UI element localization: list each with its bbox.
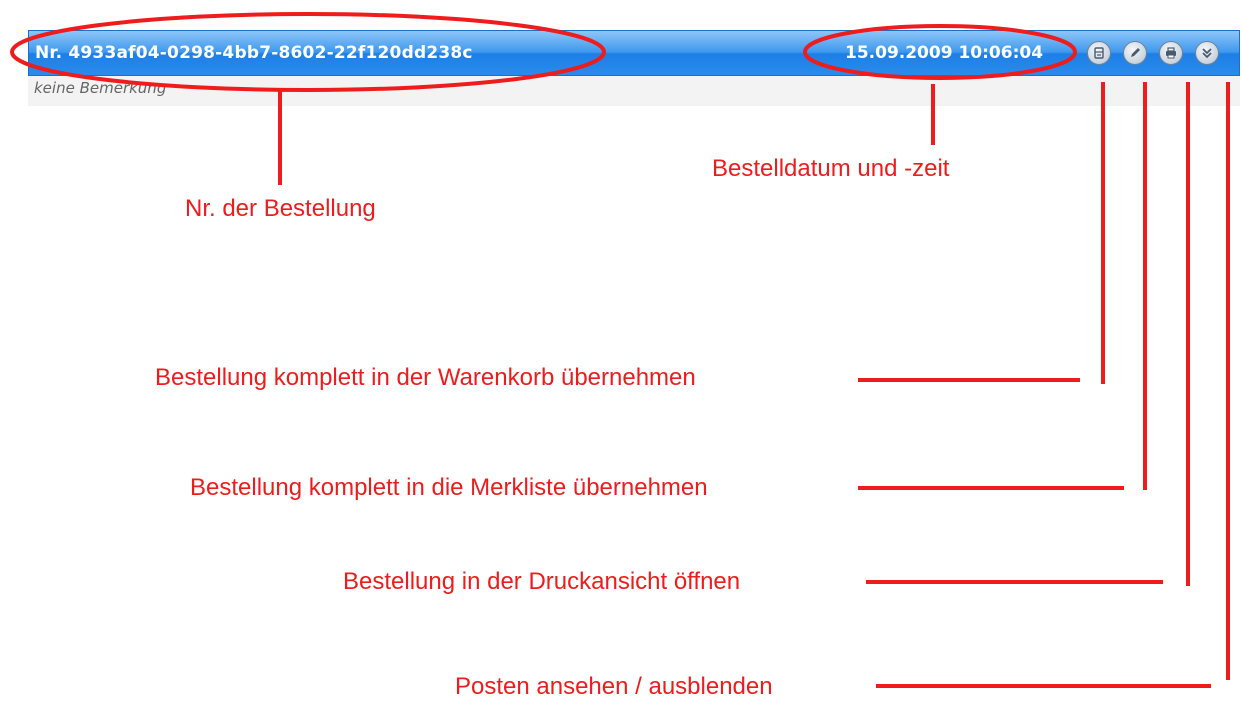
remark-row: keine Bemerkung [28, 76, 1240, 106]
order-header: Nr. 4933af04-0298-4bb7-8602-22f120dd238c… [28, 30, 1240, 76]
annotation-order-datetime: Bestelldatum und -zeit [712, 155, 950, 182]
add-to-cart-button[interactable] [1087, 41, 1111, 65]
annotation-print-view: Bestellung in der Druckansicht öffnen [343, 568, 741, 595]
pencil-icon [1131, 48, 1140, 57]
chevron-down-icon [1202, 48, 1212, 59]
toggle-items-button[interactable] [1195, 41, 1219, 65]
annotation-toggle-items: Posten ansehen / ausblenden [455, 673, 773, 700]
printer-icon [1166, 47, 1176, 59]
cart-icon [1094, 47, 1104, 59]
add-to-wishlist-button[interactable] [1123, 41, 1147, 65]
annotation-add-to-cart: Bestellung komplett in der Warenkorb übe… [155, 364, 696, 391]
order-datetime: 15.09.2009 10:06:04 [845, 43, 1044, 63]
annotation-order-number: Nr. der Bestellung [185, 195, 376, 222]
annotation-add-to-wishlist: Bestellung komplett in die Merkliste übe… [190, 474, 708, 501]
print-view-button[interactable] [1159, 41, 1183, 65]
order-number: Nr. 4933af04-0298-4bb7-8602-22f120dd238c [35, 43, 473, 63]
order-remark: keine Bemerkung [34, 79, 167, 97]
